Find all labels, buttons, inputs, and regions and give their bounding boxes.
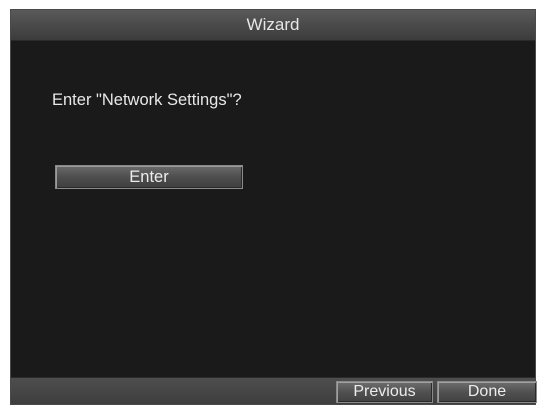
title-bar: Wizard <box>11 10 535 41</box>
screen-frame: Wizard Enter "Network Settings"? Enter P… <box>0 0 545 407</box>
previous-button[interactable]: Previous <box>336 381 433 403</box>
button-bar: Previous Done <box>11 377 537 404</box>
enter-button[interactable]: Enter <box>55 165 243 189</box>
prompt-text: Enter "Network Settings"? <box>52 91 242 109</box>
dialog-title: Wizard <box>246 15 300 34</box>
wizard-dialog: Wizard Enter "Network Settings"? Enter P… <box>10 9 537 405</box>
done-button[interactable]: Done <box>437 381 537 403</box>
